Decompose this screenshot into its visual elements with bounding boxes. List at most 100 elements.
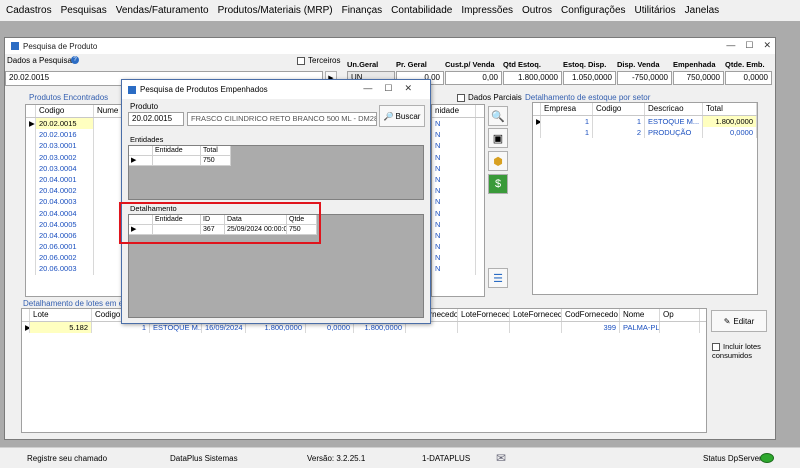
produto-row[interactable]: 20.02.0016	[26, 129, 124, 141]
unidade-row: N	[432, 263, 484, 275]
unidade-row: N	[432, 241, 484, 253]
summary-value-7: 0,0000	[725, 71, 772, 85]
summary-value-3: 1.800,0000	[503, 71, 562, 85]
summary-header-6: Empenhada	[673, 60, 716, 69]
col-empresa: Empresa	[541, 103, 593, 115]
menu-item-9[interactable]: Utilitários	[635, 5, 676, 16]
minimize-icon[interactable]: —	[726, 40, 735, 51]
produto-row[interactable]: 20.04.0005	[26, 218, 124, 230]
estoque-row[interactable]: ▶11ESTOQUE M...1.800,0000	[533, 116, 757, 128]
summary-value-6: 750,0000	[673, 71, 724, 85]
produto-row[interactable]: 20.06.0001	[26, 241, 124, 253]
col-descricao: Descricao	[645, 103, 703, 115]
summary-header-4: Estoq. Disp.	[563, 60, 607, 69]
server-status-icon	[760, 453, 774, 463]
produto-row[interactable]: 20.04.0003	[26, 196, 124, 208]
produto-row[interactable]: 20.04.0006	[26, 229, 124, 242]
search-icon: 🔎	[383, 111, 394, 121]
produto-row[interactable]: 20.03.0004	[26, 162, 124, 174]
edit-icon: ✎	[723, 316, 731, 326]
produto-code-field[interactable]: 20.02.0015	[128, 112, 184, 126]
menu-item-5[interactable]: Contabilidade	[391, 5, 452, 16]
col-entidade: Entidade	[153, 146, 201, 156]
copy-icon[interactable]: ▣	[488, 128, 508, 148]
server-status-label: Status DpServer	[703, 454, 762, 463]
produtos-title: Produtos Encontrados	[29, 93, 109, 102]
list-icon[interactable]: ☰	[488, 268, 508, 288]
menu-item-2[interactable]: Vendas/Faturamento	[116, 5, 209, 16]
mail-icon[interactable]: ✉	[496, 451, 506, 465]
menu-item-3[interactable]: Produtos/Materiais (MRP)	[218, 5, 333, 16]
unidade-row: N	[432, 229, 484, 242]
produto-row[interactable]: 20.04.0002	[26, 185, 124, 197]
editar-button[interactable]: ✎ Editar	[711, 310, 767, 332]
col-codigo: Codigo	[593, 103, 645, 115]
entidades-title: Entidades	[130, 135, 164, 144]
lotes-col-11: Nome	[620, 309, 660, 321]
lotes-title: Detalhamento de lotes em est	[23, 299, 130, 308]
menu-item-1[interactable]: Pesquisas	[61, 5, 107, 16]
summary-header-2: Cust.p/ Venda	[445, 60, 495, 69]
menu-item-7[interactable]: Outros	[522, 5, 552, 16]
produto-row[interactable]: ▶ 20.02.0015	[26, 118, 124, 130]
lotes-col-9: LoteFornecedo	[510, 309, 562, 321]
estoque-title: Detalhamento de estoque por setor	[525, 93, 651, 102]
menu-item-0[interactable]: Cadastros	[6, 5, 52, 16]
menu-item-10[interactable]: Janelas	[685, 5, 719, 16]
zoom-search-icon[interactable]: 🔍	[488, 106, 508, 126]
unidade-row: N	[432, 252, 484, 264]
summary-value-5: -750,0000	[617, 71, 672, 85]
menu-bar: Cadastros Pesquisas Vendas/Faturamento Prod…	[0, 0, 800, 21]
chamado-link[interactable]: Registre seu chamado	[27, 454, 107, 463]
estoque-row[interactable]: 1 2 PRODUÇÃO 0,0000	[533, 127, 757, 139]
help-icon[interactable]: ?	[71, 56, 79, 64]
summary-header-0: Un.Geral	[347, 60, 379, 69]
incluir-lotes-checkbox[interactable]: Incluir lotes consumidos	[712, 342, 772, 360]
lotes-grid: Lote Codigo oteFornecedo LoteFornecedo LoteF…	[21, 308, 707, 433]
unidade-row: N	[432, 207, 484, 219]
dollar-icon[interactable]: $	[488, 174, 508, 194]
terceiros-checkbox[interactable]: Terceiros	[297, 56, 340, 65]
produto-row[interactable]: 20.06.0002	[26, 252, 124, 264]
unidade-row: N	[432, 218, 484, 230]
produto-row[interactable]: 20.04.0001	[26, 173, 124, 186]
produto-desc-field: FRASCO CILINDRICO RETO BRANCO 500 ML - D…	[187, 112, 377, 126]
col-numero: Nume	[94, 105, 124, 117]
entidades-row[interactable]: ▶OrdemProducao750	[129, 156, 423, 166]
dialog-window-controls[interactable]: —☐✕	[363, 83, 424, 94]
summary-header-7: Qtde. Emb.	[725, 60, 765, 69]
produto-row[interactable]: 20.04.0004	[26, 207, 124, 219]
versao-label: Versão: 3.2.25.1	[307, 454, 366, 463]
unidade-row: N	[432, 118, 484, 130]
search-label: Dados a Pesquisar	[7, 56, 75, 65]
unidade-row: N	[432, 173, 484, 186]
summary-header-1: Pr. Geral	[396, 60, 427, 69]
produto-row[interactable]: 20.03.0002	[26, 151, 124, 163]
menu-item-6[interactable]: Impressões	[461, 5, 513, 16]
window-title: Pesquisa de Produto	[23, 41, 98, 51]
buscar-button[interactable]: 🔎 Buscar	[379, 105, 425, 127]
unidade-row: N	[432, 196, 484, 208]
menu-item-4[interactable]: Finanças	[342, 5, 383, 16]
unidade-row: N	[432, 129, 484, 141]
box-icon[interactable]: ⬢	[488, 151, 508, 171]
summary-value-2: 0,00	[445, 71, 502, 85]
status-bar: Registre seu chamado DataPlus Sistemas V…	[0, 447, 800, 468]
menu-item-8[interactable]: Configurações	[561, 5, 625, 16]
col-total: Total	[703, 103, 757, 115]
produto-label: Produto	[130, 102, 159, 111]
maximize-icon[interactable]: ☐	[745, 40, 753, 51]
close-icon[interactable]: ✕	[763, 40, 771, 51]
unidade-row: N	[432, 162, 484, 174]
col-total: Total	[201, 146, 231, 156]
window-titlebar: Pesquisa de Produto	[5, 38, 775, 54]
dialog-title: Pesquisa de Produtos Empenhados	[140, 85, 268, 94]
highlight-box	[119, 202, 321, 244]
estoque-grid: Empresa Codigo Descricao Total ▶11ESTOQU…	[532, 102, 758, 295]
produtos-grid-right: nidade NNNNNNNNNNNNNN	[431, 104, 485, 297]
dialog-titlebar: Pesquisa de Produtos Empenhados —☐✕	[122, 80, 430, 99]
produto-row[interactable]: 20.06.0003	[26, 263, 124, 275]
produto-row[interactable]: 20.03.0001	[26, 140, 124, 152]
summary-header-3: Qtd Estoq.	[503, 60, 541, 69]
dados-parciais-checkbox[interactable]: Dados Parciais	[457, 93, 522, 102]
